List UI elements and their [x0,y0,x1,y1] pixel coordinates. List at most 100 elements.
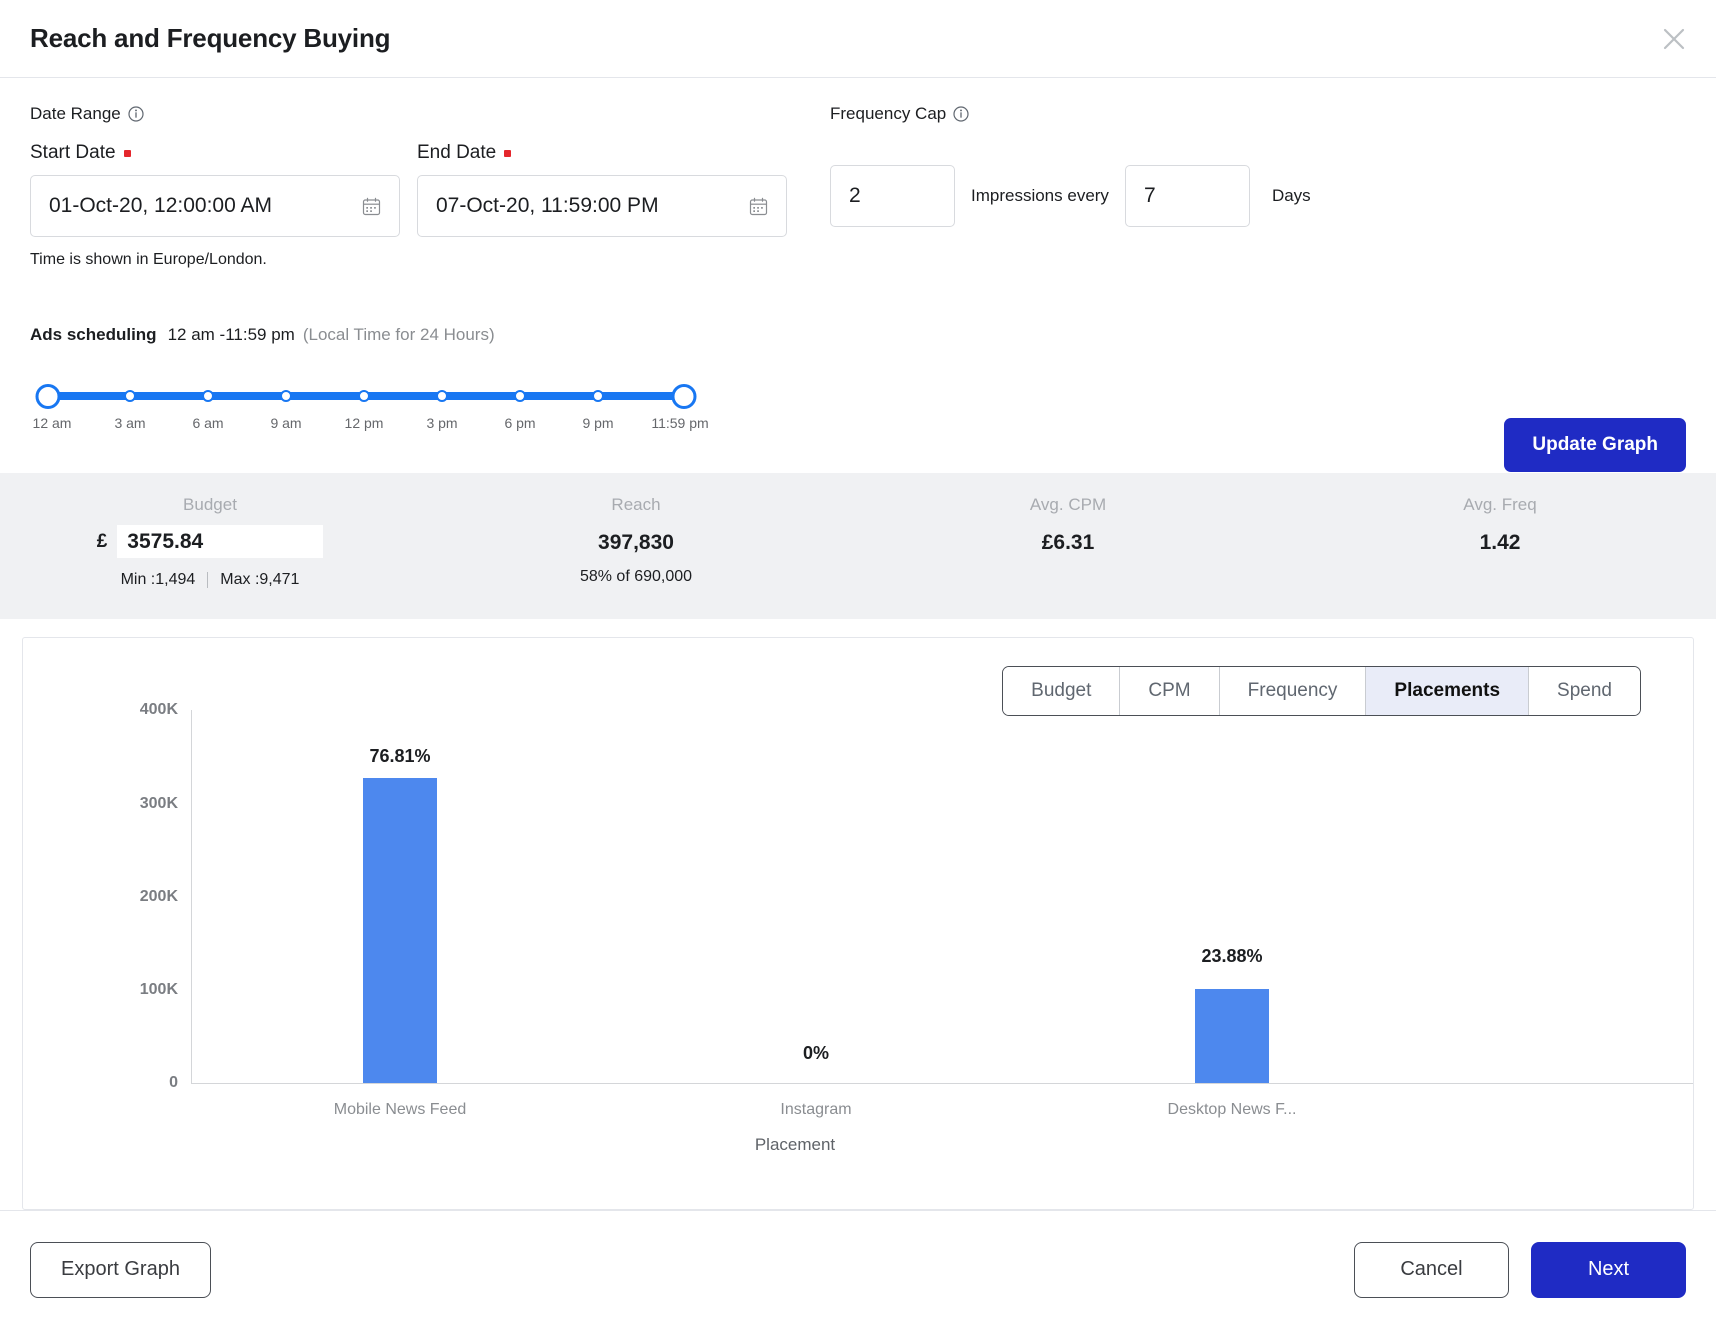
page-title: Reach and Frequency Buying [30,23,390,54]
frequency-cap-label-text: Frequency Cap [830,104,946,124]
chart-panel: Budget CPM Frequency Placements Spend Re… [22,637,1694,1210]
slider-tick[interactable] [358,390,370,402]
x-tick-label: Mobile News Feed [334,1101,467,1119]
frequency-cap-group: Frequency Cap Impr [830,104,1686,269]
stat-label: Avg. CPM [1030,495,1106,515]
stat-cpm: Avg. CPM £6.31 [852,495,1284,589]
update-graph-button[interactable]: Update Graph [1504,418,1686,472]
ads-scheduling-label: Ads scheduling [30,325,157,345]
stat-value: £6.31 [1042,531,1095,555]
budget-max: Max :9,471 [220,571,299,589]
date-range-label-text: Date Range [30,104,121,124]
required-indicator [124,150,131,157]
slider-tick[interactable] [202,390,214,402]
reach-sub: 58% of 690,000 [580,568,692,586]
frequency-cap-label: Frequency Cap [830,104,1686,124]
stat-frequency: Avg. Freq 1.42 [1284,495,1716,589]
calendar-icon[interactable] [749,197,768,216]
bar-value-label: 23.88% [1201,946,1262,967]
impressions-every-label: Impressions every [971,186,1109,206]
slider-tick-label: 3 am [114,415,145,431]
stat-budget: Budget £ Min :1,494 Max :9,471 [0,495,420,589]
calendar-icon[interactable] [362,197,381,216]
bar-desktop-news-feed[interactable] [1195,989,1269,1083]
start-date-label: Start Date [30,142,400,164]
end-date-field[interactable] [417,175,787,237]
bar-mobile-news-feed[interactable] [363,778,437,1083]
days-label: Days [1272,186,1311,206]
budget-min: Min :1,494 [121,571,196,589]
stat-reach: Reach 397,830 58% of 690,000 [420,495,852,589]
end-date-input[interactable] [436,194,749,218]
footer-actions: Cancel Next [1354,1242,1686,1298]
slider-handle-start[interactable] [36,384,61,409]
y-tick-label: 0 [169,1074,178,1092]
info-icon[interactable] [128,106,144,122]
slider-tick[interactable] [514,390,526,402]
currency-symbol: £ [97,531,108,553]
ads-scheduling-time: 12 am -11:59 pm [168,325,295,345]
x-tick-label: Instagram [780,1101,851,1119]
ads-scheduling-row: Ads scheduling 12 am -11:59 pm (Local Ti… [30,325,1686,345]
date-range-group: Date Range Start Date [30,104,830,269]
modal-header: Reach and Frequency Buying [0,0,1716,78]
stat-value: 397,830 [598,531,674,555]
slider-tick[interactable] [592,390,604,402]
info-icon[interactable] [953,106,969,122]
budget-input-row: £ [97,525,324,558]
ads-scheduling-slider[interactable]: 12 am 3 am 6 am 9 am 12 pm 3 pm 6 pm 9 p… [30,387,702,445]
days-field[interactable] [1125,165,1250,227]
end-date-label: End Date [417,142,787,164]
impressions-field[interactable] [830,165,955,227]
x-axis-line [191,1083,1693,1084]
impressions-input[interactable] [849,184,936,208]
days-input[interactable] [1144,184,1231,208]
start-date-label-text: Start Date [30,142,116,164]
stat-value: 1.42 [1480,531,1521,555]
next-button[interactable]: Next [1531,1242,1686,1298]
y-tick-label: 200K [140,888,178,906]
start-date-input[interactable] [49,194,362,218]
placements-bar-chart: Reach 400K 300K 200K 100K 0 76.81% 0% 23… [23,638,1693,1209]
start-date-field[interactable] [30,175,400,237]
modal-footer: Export Graph Cancel Next [0,1210,1716,1328]
close-icon[interactable] [1654,19,1694,59]
slider-tick-label: 9 am [270,415,301,431]
settings-section: Date Range Start Date [0,78,1716,445]
bar-value-label: 76.81% [369,746,430,767]
budget-minmax: Min :1,494 Max :9,471 [121,571,300,589]
stats-strip: Budget £ Min :1,494 Max :9,471 Reach 397… [0,473,1716,619]
reach-frequency-modal: Reach and Frequency Buying Date Range [0,0,1716,1328]
slider-tick-label: 12 pm [345,415,384,431]
x-tick-label: Desktop News F... [1168,1101,1297,1119]
slider-tick-label: 12 am [33,415,72,431]
slider-tick-label: 6 am [192,415,223,431]
required-indicator [504,150,511,157]
y-tick-label: 400K [140,701,178,719]
ads-scheduling-hint: (Local Time for 24 Hours) [303,325,495,345]
bar-value-label: 0% [803,1043,829,1064]
stat-label: Budget [183,495,237,515]
slider-tick[interactable] [436,390,448,402]
slider-tick-labels: 12 am 3 am 6 am 9 am 12 pm 3 pm 6 pm 9 p… [30,415,702,439]
y-tick-label: 300K [140,795,178,813]
slider-tick[interactable] [124,390,136,402]
slider-tick-label: 11:59 pm [651,415,708,431]
slider-tick[interactable] [280,390,292,402]
slider-tick-label: 3 pm [426,415,457,431]
x-axis-title: Placement [755,1135,835,1155]
end-date-label-text: End Date [417,142,496,164]
stat-label: Avg. Freq [1463,495,1536,515]
timezone-note: Time is shown in Europe/London. [30,251,830,269]
date-range-label: Date Range [30,104,830,124]
divider [207,572,208,588]
slider-handle-end[interactable] [672,384,697,409]
y-axis-line [191,710,192,1083]
y-tick-label: 100K [140,981,178,999]
modal-body: Date Range Start Date [0,78,1716,1210]
budget-input[interactable] [117,525,323,558]
cancel-button[interactable]: Cancel [1354,1242,1509,1298]
export-graph-button[interactable]: Export Graph [30,1242,211,1298]
slider-tick-label: 6 pm [504,415,535,431]
stat-label: Reach [611,495,660,515]
